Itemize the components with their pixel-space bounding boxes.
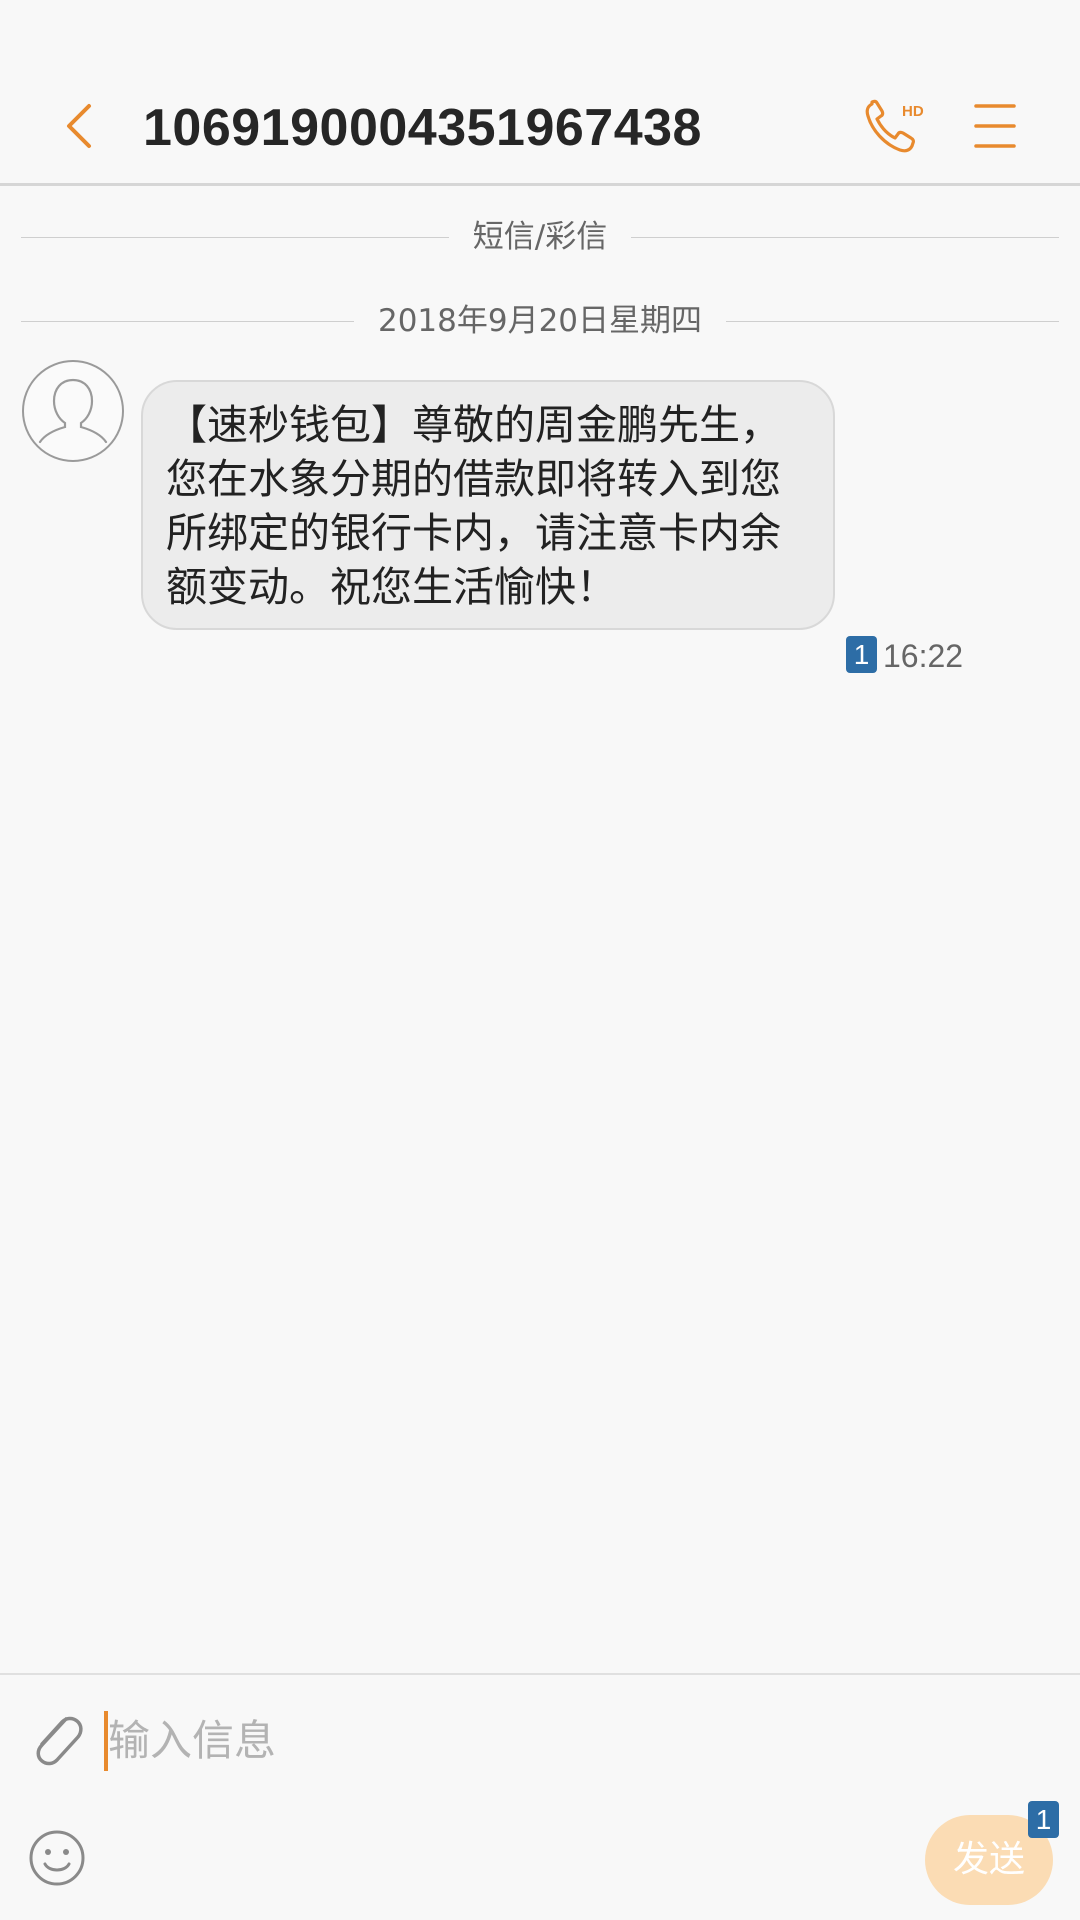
- paperclip-icon: [36, 1716, 83, 1766]
- menu-icon: [974, 104, 1016, 148]
- message-composer: 发送 1: [0, 1673, 1080, 1920]
- channel-divider: 短信/彩信: [21, 217, 1059, 257]
- date-divider: 2018年9月20日星期四: [21, 301, 1059, 341]
- emoji-button[interactable]: [28, 1829, 86, 1887]
- app-header: 1069190004351967438 HD: [0, 0, 1080, 186]
- message-time: 16:22: [883, 638, 964, 674]
- back-button[interactable]: [55, 96, 105, 156]
- contact-avatar[interactable]: [22, 360, 124, 462]
- message-input[interactable]: [108, 1705, 908, 1775]
- more-options-button[interactable]: [972, 102, 1018, 150]
- hd-phone-icon: HD: [865, 99, 924, 153]
- person-icon: [38, 378, 108, 444]
- attach-button[interactable]: [28, 1705, 86, 1771]
- smiley-icon: [29, 1830, 85, 1886]
- message-bubble[interactable]: 【速秒钱包】尊敬的周金鹏先生，您在水象分期的借款即将转入到您所绑定的银行卡内，请…: [141, 380, 835, 630]
- hd-call-button[interactable]: HD: [862, 96, 928, 156]
- send-sim-indicator: 1: [1028, 1801, 1059, 1838]
- channel-label: 短信/彩信: [448, 219, 632, 255]
- hd-badge: HD: [902, 103, 924, 120]
- date-label: 2018年9月20日星期四: [353, 303, 727, 339]
- conversation-title: 1069190004351967438: [143, 99, 702, 157]
- conversation-screen: 1069190004351967438 HD 短信/彩信 2018年9月20日星…: [0, 0, 1080, 1920]
- chevron-left-icon: [67, 104, 91, 148]
- sim-indicator: 1: [846, 636, 877, 673]
